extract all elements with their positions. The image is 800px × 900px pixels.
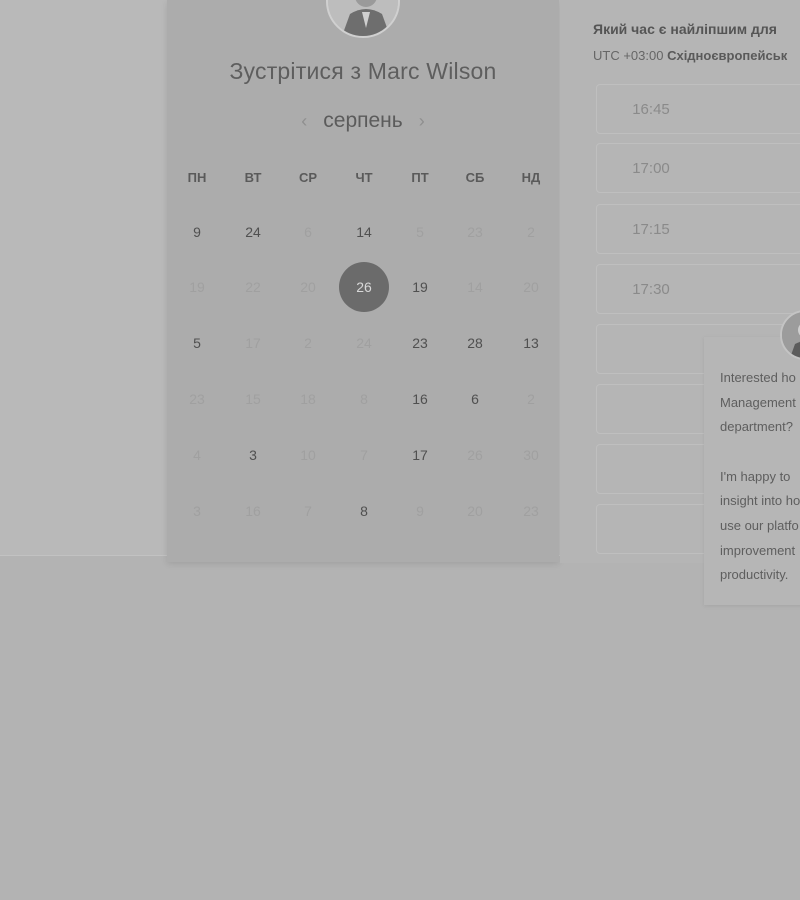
time-slot-button[interactable]: 16:45	[596, 84, 800, 134]
calendar-day: 8	[360, 391, 368, 407]
calendar-day[interactable]: 19	[395, 262, 445, 312]
chevron-right-icon[interactable]: ›	[419, 111, 425, 132]
calendar-day[interactable]: 24	[228, 207, 278, 257]
chat-message-line: Management	[720, 394, 796, 410]
chat-message-line: use our platfo	[720, 517, 799, 533]
weekday-label: ЧТ	[355, 170, 373, 185]
month-label: серпень	[323, 109, 403, 132]
calendar-day: 17	[245, 335, 261, 351]
chat-message-line: insight into ho	[720, 493, 800, 509]
calendar-day: 15	[245, 391, 261, 407]
calendar-day: 2	[527, 391, 535, 407]
timezone-label[interactable]: UTC +03:00 Східноєвропейськ	[593, 48, 787, 63]
chat-message-line: improvement	[720, 542, 796, 558]
calendar-day: 6	[304, 224, 312, 240]
meeting-title: Зустрітися з Marc Wilson	[229, 58, 497, 84]
chat-message-line: I'm happy to	[720, 468, 791, 484]
calendar-day: 16	[245, 503, 261, 519]
calendar-day: 14	[467, 279, 483, 295]
calendar-day: 5	[416, 224, 424, 240]
calendar-day[interactable]: 3	[228, 430, 278, 480]
calendar-day: 10	[300, 447, 316, 463]
chat-message-line: Interested ho	[720, 370, 796, 385]
calendar-day: 7	[304, 503, 312, 519]
calendar-day: 7	[360, 447, 368, 463]
weekday-label: СР	[298, 170, 318, 185]
calendar-day[interactable]: 13	[506, 318, 556, 368]
timezone-offset: UTC +03:00	[593, 48, 664, 63]
calendar-day: 2	[304, 335, 312, 351]
weekday-label: СБ	[465, 170, 485, 185]
calendar-day: 19	[189, 279, 205, 295]
calendar-day: 18	[300, 391, 316, 407]
month-navigation: ‹ серпень ›	[167, 106, 559, 136]
calendar-day: 20	[523, 279, 539, 295]
calendar-day: 9	[416, 503, 424, 519]
calendar-day[interactable]: 6	[450, 374, 500, 424]
calendar-day[interactable]: 23	[395, 318, 445, 368]
time-slot-button[interactable]: 17:15	[596, 204, 800, 254]
calendar-day: 3	[193, 503, 201, 519]
time-slot-button[interactable]: 17:30	[596, 264, 800, 314]
chat-message-text: Interested ho Management department? I'm ha…	[720, 366, 800, 588]
time-slot-button[interactable]: 17:00	[596, 143, 800, 193]
calendar-day[interactable]: 8	[339, 486, 389, 536]
chevron-left-icon[interactable]: ‹	[301, 111, 307, 132]
calendar-day: 20	[300, 279, 316, 295]
time-question-heading: Який час є найліпшим для	[593, 21, 777, 37]
calendar-day: 30	[523, 447, 539, 463]
calendar-day: 2	[527, 224, 535, 240]
calendar-day: 23	[467, 224, 483, 240]
chat-message-line: productivity.	[720, 567, 789, 583]
calendar-day[interactable]: 14	[339, 207, 389, 257]
chat-message-line	[720, 440, 800, 465]
calendar-day: 26	[467, 447, 483, 463]
calendar-day: 20	[467, 503, 483, 519]
calendar-day[interactable]: 17	[395, 430, 445, 480]
weekday-label: ПТ	[411, 170, 429, 185]
calendar-day[interactable]: 9	[172, 207, 222, 257]
calendar-day: 22	[245, 279, 261, 295]
calendar-day: 24	[356, 335, 372, 351]
weekday-label: НД	[521, 170, 541, 185]
calendar-day[interactable]: 16	[395, 374, 445, 424]
calendar-day: 23	[523, 503, 539, 519]
calendar-day: 23	[189, 391, 205, 407]
selected-day[interactable]: 26	[339, 262, 389, 312]
weekday-label: ВТ	[244, 170, 262, 185]
chat-message-line: department?	[720, 419, 793, 435]
weekday-label: ПН	[187, 170, 207, 185]
calendar-day: 4	[193, 447, 201, 463]
calendar-day[interactable]: 5	[172, 318, 222, 368]
timezone-name: Східноєвропейськ	[667, 48, 788, 63]
calendar-day[interactable]: 28	[450, 318, 500, 368]
